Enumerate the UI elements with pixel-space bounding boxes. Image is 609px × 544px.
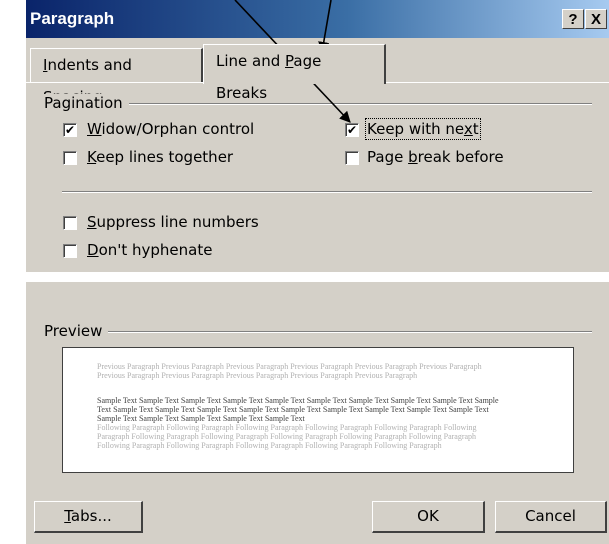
tab-label-pre: Line and [216, 52, 286, 70]
tab-line-and-page-breaks[interactable]: Line and Page Breaks [203, 44, 386, 102]
